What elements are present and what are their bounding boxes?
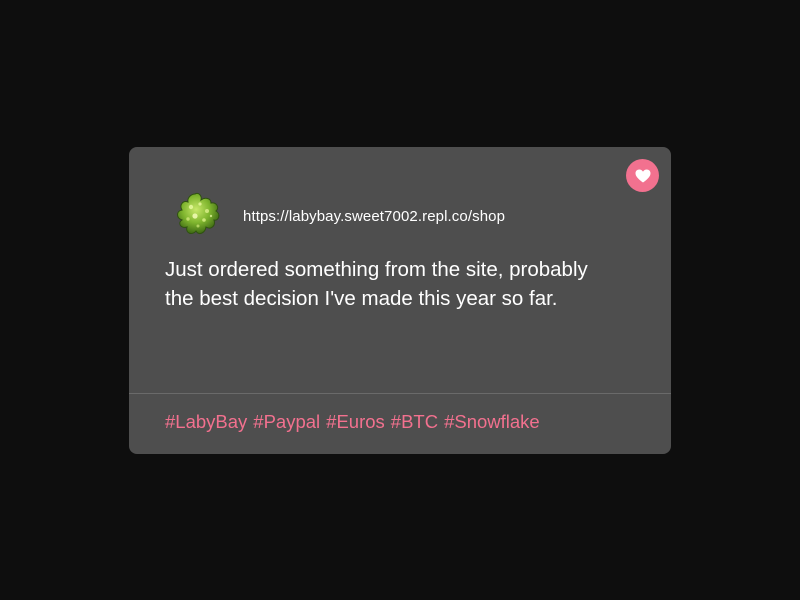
- hashtag-list: #LabyBay #Paypal #Euros #BTC #Snowflake: [165, 411, 540, 433]
- hashtag-btc[interactable]: #BTC: [391, 411, 438, 433]
- hashtag-euros[interactable]: #Euros: [326, 411, 385, 433]
- hashtag-snowflake[interactable]: #Snowflake: [444, 411, 540, 433]
- hashtag-labybay[interactable]: #LabyBay: [165, 411, 247, 433]
- post-header: https://labybay.sweet7002.repl.co/shop: [171, 189, 505, 243]
- hashtag-paypal[interactable]: #Paypal: [253, 411, 320, 433]
- post-message: Just ordered something from the site, pr…: [165, 258, 588, 310]
- post-url[interactable]: https://labybay.sweet7002.repl.co/shop: [243, 208, 505, 225]
- heart-icon: [635, 169, 650, 182]
- post-card: https://labybay.sweet7002.repl.co/shop J…: [129, 147, 671, 454]
- divider: [129, 393, 671, 394]
- like-button[interactable]: [626, 159, 659, 192]
- green-crystal-icon: [177, 193, 220, 235]
